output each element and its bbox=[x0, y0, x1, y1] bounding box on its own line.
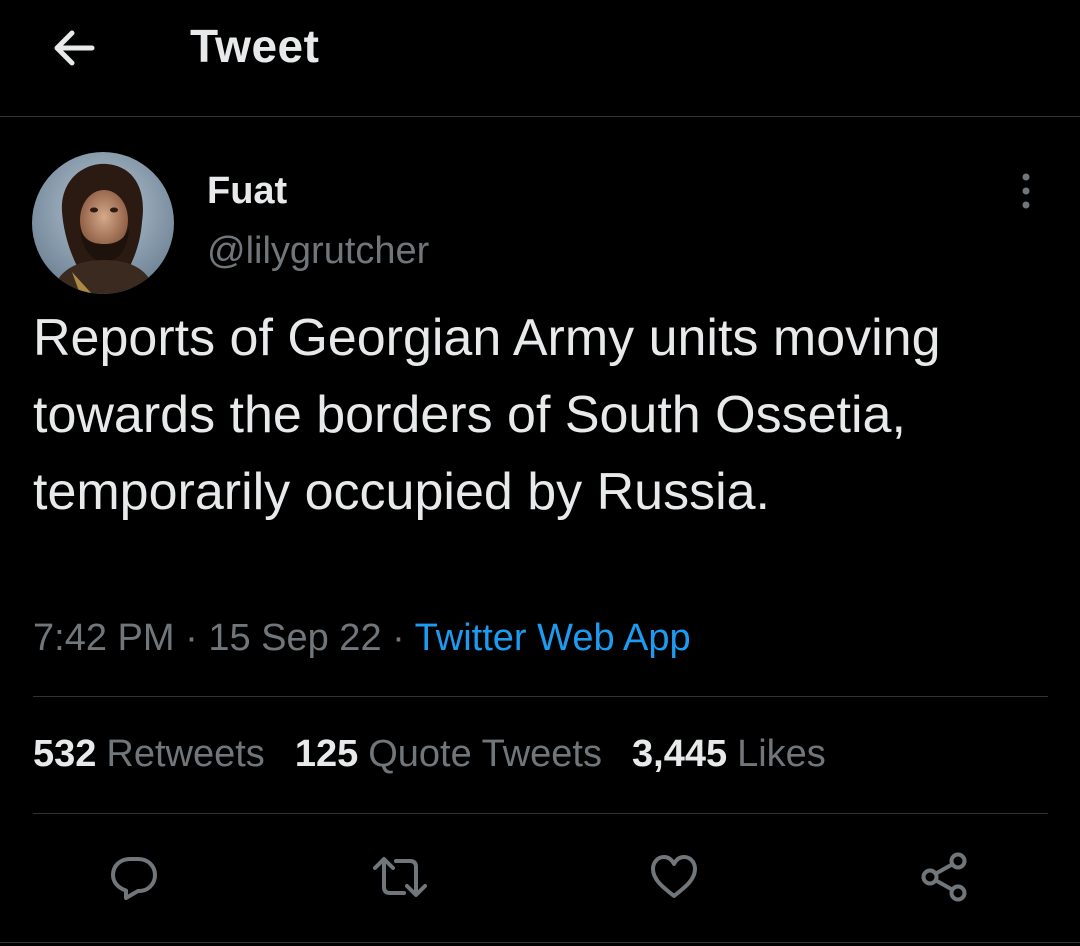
more-vertical-icon bbox=[1022, 173, 1030, 209]
top-bar: Tweet bbox=[0, 0, 1080, 117]
separator: · bbox=[381, 617, 415, 659]
avatar[interactable] bbox=[32, 152, 174, 294]
retweets-label: Retweets bbox=[106, 733, 265, 775]
share-icon bbox=[921, 852, 967, 902]
reply-icon bbox=[111, 857, 157, 900]
heart-icon bbox=[651, 855, 697, 898]
profile-photo bbox=[32, 152, 174, 294]
quote-tweets-label: Quote Tweets bbox=[368, 733, 602, 775]
user-handle[interactable]: @lilygrutcher bbox=[207, 228, 429, 274]
divider bbox=[33, 813, 1048, 814]
quote-tweets-stat[interactable]: 125 Quote Tweets bbox=[295, 728, 602, 780]
tweet-meta: 7:42 PM · 15 Sep 22 · Twitter Web App bbox=[33, 612, 691, 664]
display-name[interactable]: Fuat bbox=[207, 168, 287, 214]
tweet-text: Reports of Georgian Army units moving to… bbox=[33, 309, 941, 521]
likes-stat[interactable]: 3,445 Likes bbox=[632, 728, 826, 780]
tweet-source-link[interactable]: Twitter Web App bbox=[415, 617, 691, 659]
quote-tweets-count: 125 bbox=[294, 733, 359, 775]
likes-count: 3,445 bbox=[632, 733, 728, 775]
tweet-date[interactable]: 15 Sep 22 bbox=[208, 617, 381, 659]
more-options-button[interactable] bbox=[1006, 168, 1046, 214]
separator: · bbox=[174, 617, 209, 659]
retweets-stat[interactable]: 532 Retweets bbox=[33, 728, 265, 780]
retweet-icon bbox=[373, 857, 427, 897]
retweets-count: 532 bbox=[33, 733, 97, 775]
divider bbox=[33, 696, 1048, 697]
page-title: Tweet bbox=[190, 20, 320, 72]
tweet-stats: 532 Retweets 125 Quote Tweets 3,445 Likes bbox=[33, 728, 856, 780]
tweet-time[interactable]: 7:42 PM bbox=[33, 617, 175, 659]
tweet-actions bbox=[0, 845, 1080, 915]
retweet-button[interactable] bbox=[368, 845, 432, 909]
back-button[interactable] bbox=[46, 20, 102, 76]
like-button[interactable] bbox=[642, 845, 706, 909]
reply-button[interactable] bbox=[102, 845, 166, 909]
likes-label: Likes bbox=[737, 733, 826, 775]
divider bbox=[0, 942, 1080, 943]
share-button[interactable] bbox=[912, 845, 976, 909]
arrow-left-icon bbox=[54, 30, 95, 66]
